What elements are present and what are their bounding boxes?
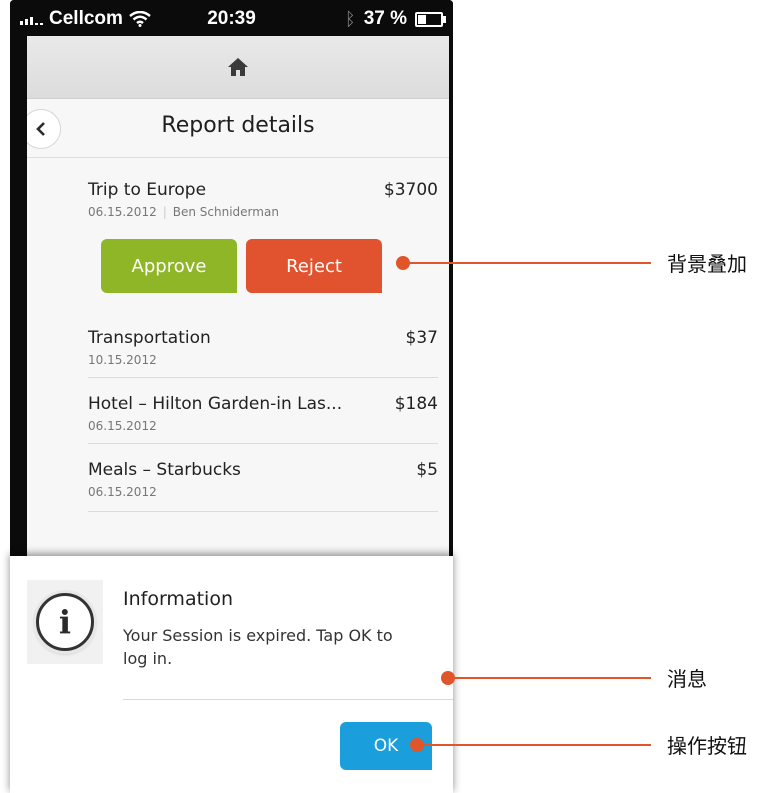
annotation-label-message: 消息: [667, 667, 707, 691]
item-date: 10.15.2012: [88, 353, 157, 367]
battery-label: 37 %: [363, 8, 407, 29]
item-amount: $184: [394, 394, 438, 414]
report-amount: $3700: [383, 180, 438, 200]
dialog-title: Information: [123, 588, 233, 610]
status-bar: Cellcom 20:39 ᛒ 37 %: [10, 0, 453, 36]
page-title: Report details: [161, 113, 315, 138]
annotation-label-action-button: 操作按钮: [667, 734, 747, 758]
list-item[interactable]: Meals – Starbucks $5 06.15.2012: [88, 460, 438, 505]
list-item[interactable]: Transportation $37 10.15.2012: [88, 328, 438, 373]
report-header: Trip to Europe $3700 06.15.2012 | Ben Schn…: [88, 180, 438, 220]
bluetooth-icon: ᛒ: [344, 8, 356, 29]
divider: [88, 511, 438, 512]
item-date: 06.15.2012: [88, 485, 157, 499]
battery-icon: [415, 11, 446, 27]
item-name: Meals – Starbucks: [88, 460, 241, 480]
item-date: 06.15.2012: [88, 419, 157, 433]
divider: [88, 443, 438, 444]
report-name: Trip to Europe: [88, 180, 207, 200]
info-icon-container: i: [27, 580, 103, 664]
title-bar: Report details: [27, 99, 449, 158]
info-icon: i: [36, 593, 94, 651]
information-dialog: i Information Your Session is expired. T…: [10, 556, 453, 793]
annotation-line: [448, 677, 651, 679]
report-date: 06.15.2012: [88, 205, 157, 219]
item-name: Transportation: [88, 328, 211, 348]
meta-separator: |: [162, 205, 167, 219]
home-icon[interactable]: [227, 57, 249, 77]
dialog-message: Your Session is expired. Tap OK to log i…: [123, 626, 393, 668]
report-author: Ben Schniderman: [172, 205, 279, 219]
annotation-line: [403, 262, 651, 264]
item-amount: $5: [416, 460, 438, 480]
annotation-label-overlay: 背景叠加: [667, 252, 747, 276]
annotation-line: [417, 744, 651, 746]
item-amount: $37: [405, 328, 438, 348]
approve-button[interactable]: Approve: [101, 239, 237, 293]
report-meta: 06.15.2012 | Ben Schniderman: [88, 205, 279, 219]
reject-button[interactable]: Reject: [246, 239, 382, 293]
divider: [88, 377, 438, 378]
home-bar: [27, 36, 449, 99]
status-right: ᛒ 37 %: [344, 8, 446, 30]
dialog-divider: [123, 699, 453, 700]
item-name: Hotel – Hilton Garden-in Las...: [88, 394, 343, 414]
list-item[interactable]: Hotel – Hilton Garden-in Las... $184 06.…: [88, 394, 438, 439]
